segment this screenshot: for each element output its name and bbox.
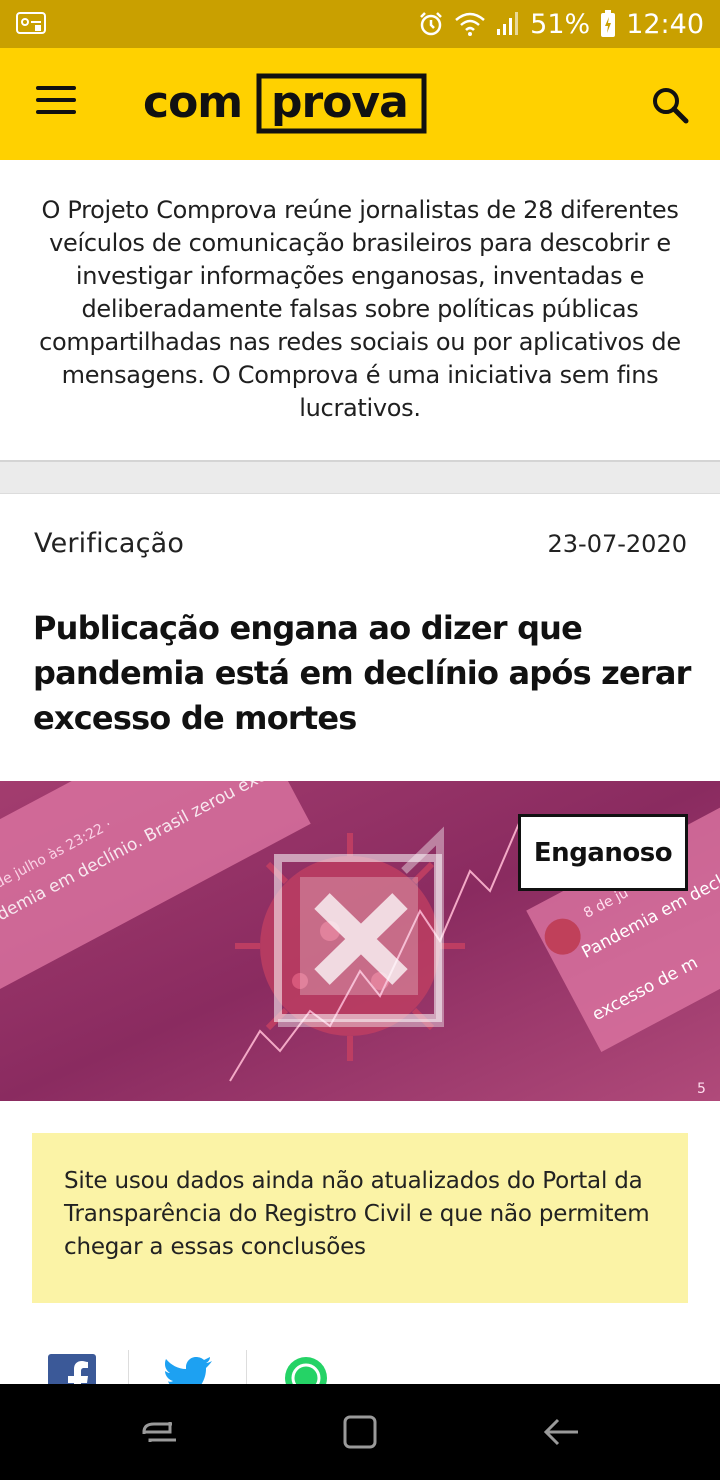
whatsapp-icon[interactable] xyxy=(284,1356,328,1384)
clock: 12:40 xyxy=(626,8,704,40)
back-icon[interactable] xyxy=(542,1412,582,1452)
home-icon[interactable] xyxy=(340,1412,380,1452)
alarm-icon xyxy=(420,12,443,36)
facebook-icon[interactable] xyxy=(48,1354,96,1384)
share-separator xyxy=(246,1350,247,1384)
summary-text: Site usou dados ainda não atualizados do… xyxy=(64,1168,650,1260)
notification-icon xyxy=(16,12,46,34)
status-icons: 51% 12:40 xyxy=(418,0,704,48)
battery-icon xyxy=(601,10,616,37)
verdict-badge: Enganoso xyxy=(518,814,688,891)
battery-percent: 51% xyxy=(530,8,591,40)
svg-text:5: 5 xyxy=(697,1081,706,1097)
menu-icon[interactable] xyxy=(36,86,76,120)
share-bar xyxy=(0,1350,720,1384)
comprova-logo[interactable]: com prova xyxy=(143,73,428,137)
intro-text: O Projeto Comprova reúne jornalistas de … xyxy=(39,196,681,422)
recent-apps-icon[interactable] xyxy=(140,1412,180,1452)
intro-section: O Projeto Comprova reúne jornalistas de … xyxy=(0,160,720,460)
wifi-icon xyxy=(455,12,485,36)
search-icon[interactable] xyxy=(650,85,690,125)
signal-icon xyxy=(497,12,519,35)
summary-box: Site usou dados ainda não atualizados do… xyxy=(32,1133,688,1303)
article-category[interactable]: Verificação xyxy=(34,528,184,559)
section-divider xyxy=(0,460,720,494)
twitter-icon[interactable] xyxy=(162,1356,212,1384)
share-separator xyxy=(128,1350,129,1384)
status-bar: 51% 12:40 xyxy=(0,0,720,48)
article-date: 23-07-2020 xyxy=(547,530,687,558)
article-title[interactable]: Publicação engana ao dizer que pandemia … xyxy=(33,606,693,741)
system-nav-bar xyxy=(0,1384,720,1480)
svg-text:com: com xyxy=(143,77,242,128)
app-bar: com prova xyxy=(0,48,720,160)
svg-text:prova: prova xyxy=(271,77,408,128)
